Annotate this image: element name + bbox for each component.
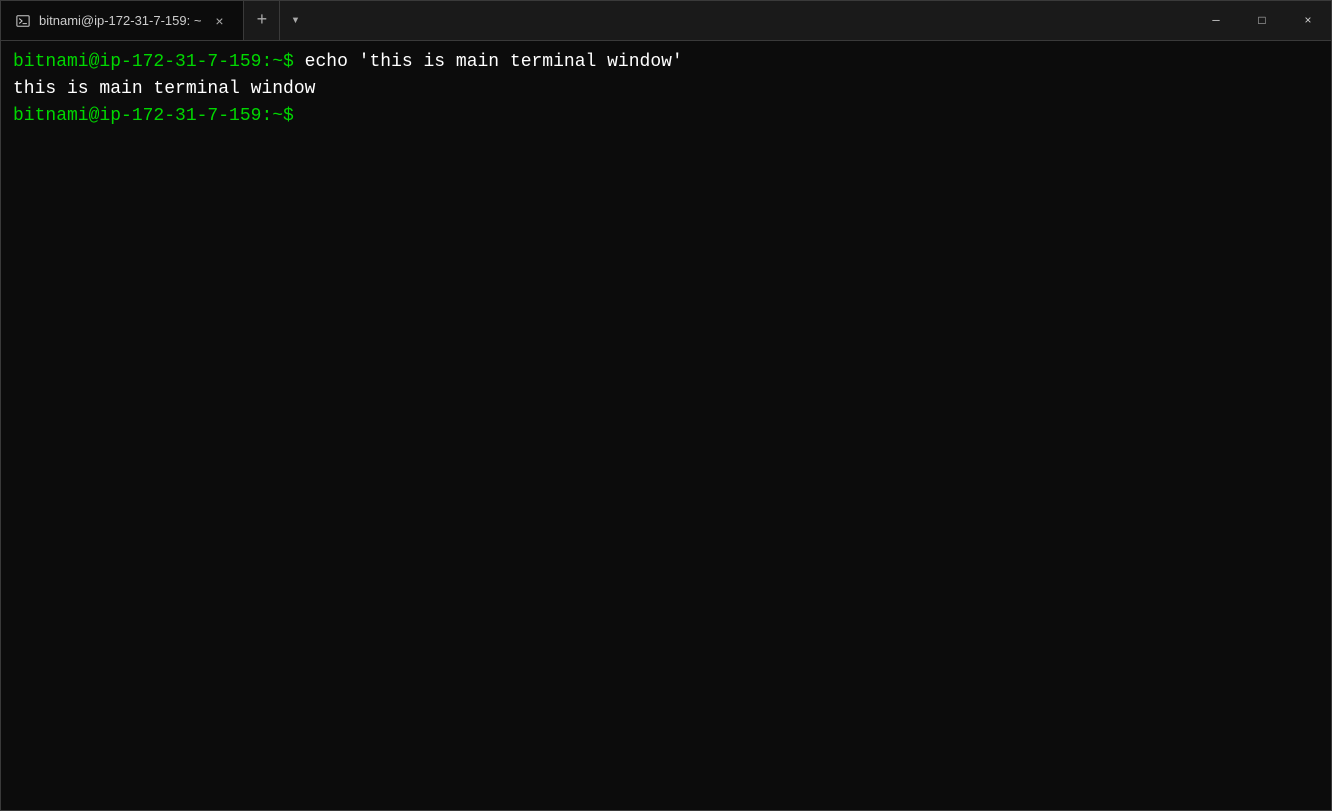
new-tab-button[interactable]: +: [244, 1, 280, 40]
minimize-button[interactable]: ─: [1193, 1, 1239, 41]
terminal-line-3: bitnami@ip-172-31-7-159:~$: [13, 103, 1319, 130]
tab-close-button[interactable]: ×: [209, 11, 229, 31]
maximize-button[interactable]: □: [1239, 1, 1285, 41]
output-1: this is main terminal window: [13, 76, 315, 103]
terminal-line-2: this is main terminal window: [13, 76, 1319, 103]
terminal-line-1: bitnami@ip-172-31-7-159:~$ echo 'this is…: [13, 49, 1319, 76]
tab-dropdown-button[interactable]: ▾: [280, 1, 310, 40]
terminal-body[interactable]: bitnami@ip-172-31-7-159:~$ echo 'this is…: [1, 41, 1331, 810]
tab-title: bitnami@ip-172-31-7-159: ~: [39, 13, 201, 28]
prompt-1: bitnami@ip-172-31-7-159:~$: [13, 49, 294, 76]
command-1: echo 'this is main terminal window': [294, 49, 683, 76]
terminal-icon: [15, 13, 31, 29]
prompt-2: bitnami@ip-172-31-7-159:~$: [13, 103, 294, 130]
window-controls: ─ □ ×: [1193, 1, 1331, 40]
window-close-button[interactable]: ×: [1285, 1, 1331, 41]
active-tab[interactable]: bitnami@ip-172-31-7-159: ~ ×: [1, 1, 244, 40]
cursor: [294, 103, 305, 130]
tab-area: bitnami@ip-172-31-7-159: ~ × + ▾: [1, 1, 1193, 40]
title-bar: bitnami@ip-172-31-7-159: ~ × + ▾ ─ □ ×: [1, 1, 1331, 41]
terminal-window: bitnami@ip-172-31-7-159: ~ × + ▾ ─ □ ×: [0, 0, 1332, 811]
